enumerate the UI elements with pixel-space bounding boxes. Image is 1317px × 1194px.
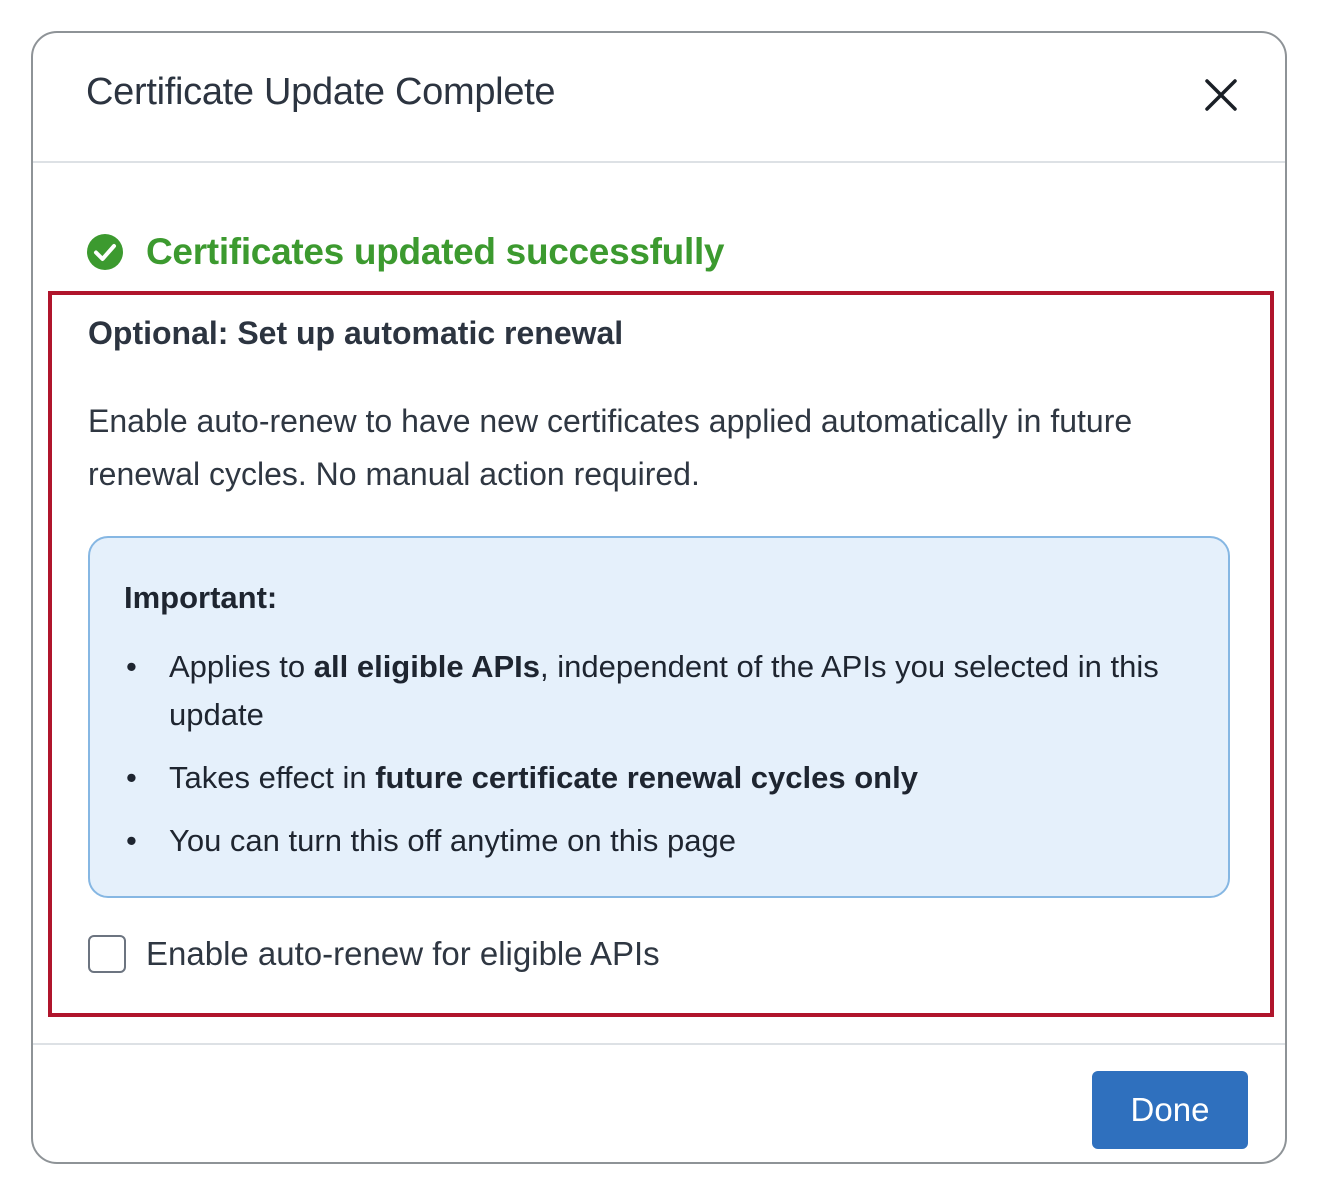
dialog-header: Certificate Update Complete xyxy=(33,33,1285,163)
dialog-title: Certificate Update Complete xyxy=(86,71,556,113)
list-item: • Applies to all eligible APIs, independe… xyxy=(124,643,1194,739)
section-description: Enable auto-renew to have new certificat… xyxy=(88,403,1133,492)
bullet-text: Applies to xyxy=(169,649,314,684)
important-heading: Important: xyxy=(124,580,278,615)
bullet-glyph: • xyxy=(126,823,137,858)
dialog-footer: Done xyxy=(33,1043,1285,1162)
success-message: Certificates updated successfully xyxy=(86,231,725,273)
bullet-text: Takes effect in xyxy=(169,760,376,795)
bullet-glyph: • xyxy=(126,760,137,795)
check-circle-icon xyxy=(87,234,123,270)
auto-renew-section: Optional: Set up automatic renewal Enabl… xyxy=(48,291,1274,1017)
close-button[interactable] xyxy=(1201,75,1241,115)
important-info-box: Important: • Applies to all eligible APIs… xyxy=(88,536,1230,898)
close-icon xyxy=(1205,79,1237,111)
bullet-glyph: • xyxy=(126,649,137,684)
done-button[interactable]: Done xyxy=(1092,1071,1248,1149)
list-item: • Takes effect in future certificate rene… xyxy=(124,754,1194,802)
auto-renew-checkbox-row[interactable]: Enable auto-renew for eligible APIs xyxy=(88,935,660,973)
bullet-bold-text: all eligible APIs xyxy=(313,649,541,684)
auto-renew-checkbox[interactable] xyxy=(88,935,126,973)
certificate-update-dialog: Certificate Update Complete Certificates… xyxy=(31,31,1287,1164)
bullet-bold-text: future certificate renewal cycles only xyxy=(375,760,918,795)
bullet-text: You can turn this off anytime on this pa… xyxy=(169,823,736,858)
section-heading: Optional: Set up automatic renewal xyxy=(88,315,624,351)
important-list: • Applies to all eligible APIs, independe… xyxy=(124,643,1194,865)
list-item: • You can turn this off anytime on this p… xyxy=(124,817,1194,865)
success-text: Certificates updated successfully xyxy=(146,231,725,272)
auto-renew-checkbox-label[interactable]: Enable auto-renew for eligible APIs xyxy=(146,935,660,973)
